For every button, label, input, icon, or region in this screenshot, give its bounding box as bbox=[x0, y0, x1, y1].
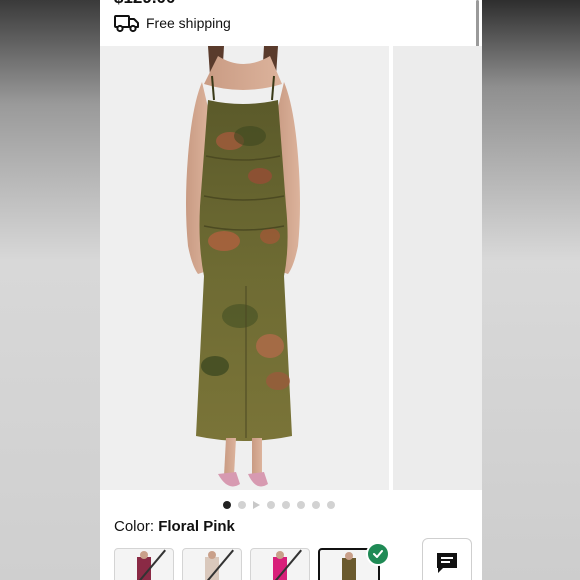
truck-icon bbox=[114, 15, 139, 33]
gallery-dot[interactable] bbox=[238, 501, 246, 509]
gallery-dot[interactable] bbox=[223, 501, 231, 509]
gallery-pagination bbox=[223, 501, 335, 509]
product-price: $129.00 bbox=[114, 0, 175, 8]
model-dress-illustration bbox=[186, 46, 300, 487]
color-swatches bbox=[114, 548, 380, 580]
gallery-dot[interactable] bbox=[267, 501, 275, 509]
background-left bbox=[0, 0, 100, 580]
gallery-dot[interactable] bbox=[282, 501, 290, 509]
color-swatch[interactable] bbox=[250, 548, 310, 580]
chat-button[interactable] bbox=[422, 538, 472, 580]
color-selector-label: Color: Floral Pink bbox=[114, 518, 235, 535]
color-label: Color: bbox=[114, 518, 155, 535]
shipping-info: Free shipping bbox=[114, 12, 231, 34]
gallery-dot[interactable] bbox=[312, 501, 320, 509]
gallery-dot[interactable] bbox=[327, 501, 335, 509]
product-image-next[interactable] bbox=[393, 46, 482, 490]
color-swatch[interactable] bbox=[114, 548, 174, 580]
color-value: Floral Pink bbox=[158, 518, 235, 535]
shipping-label: Free shipping bbox=[146, 15, 231, 31]
check-icon bbox=[366, 542, 390, 566]
gallery-dot[interactable] bbox=[297, 501, 305, 509]
video-play-icon[interactable] bbox=[253, 501, 260, 509]
background-right bbox=[482, 0, 580, 580]
chat-icon bbox=[437, 553, 457, 573]
color-swatch[interactable] bbox=[182, 548, 242, 580]
product-image-main[interactable] bbox=[100, 46, 389, 490]
product-page: $129.00 Free shipping bbox=[100, 0, 482, 580]
